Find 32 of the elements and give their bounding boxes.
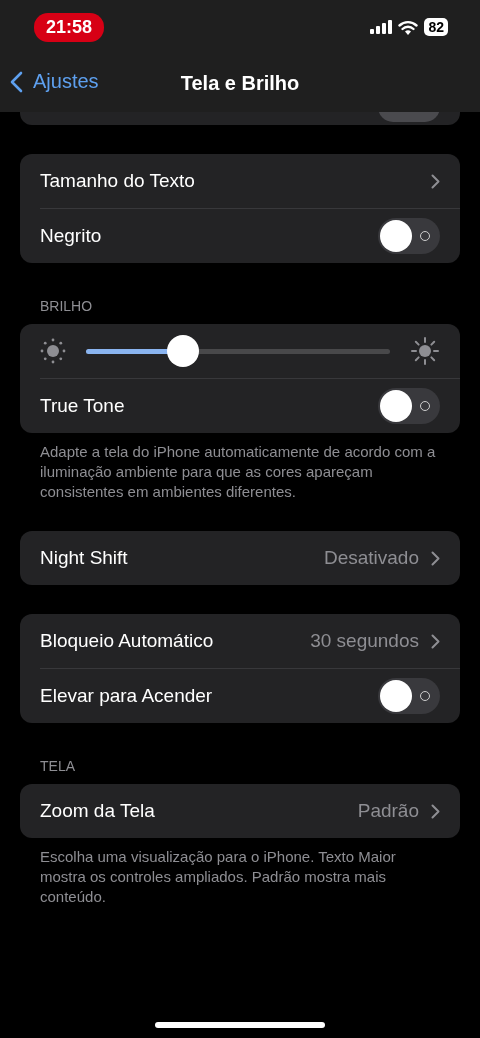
row-value: 30 segundos bbox=[310, 630, 419, 652]
row-label[interactable]: Zoom da Tela bbox=[40, 800, 348, 822]
chevron-icon bbox=[431, 803, 440, 819]
row-label[interactable]: Tamanho do Texto bbox=[40, 170, 419, 192]
row-value: Desativado bbox=[323, 547, 419, 569]
toggle-switch[interactable] bbox=[378, 218, 440, 254]
dim-sun-icon bbox=[40, 338, 66, 364]
row-label[interactable]: Night Shift bbox=[40, 547, 314, 569]
page-title: Tela e Brilho bbox=[180, 71, 300, 95]
section-footer: Escolha uma visualização para o iPhone. Texto Maior mostra os controles ampliados. Padrão mostra mais conteúdo. bbox=[40, 847, 440, 907]
section-header: BRILHO bbox=[39, 297, 94, 314]
wifi-icon bbox=[398, 19, 419, 35]
chevron-icon bbox=[431, 550, 440, 566]
row-label[interactable]: Bloqueio Automático bbox=[40, 630, 301, 652]
section-header: TELA bbox=[39, 757, 76, 774]
slider-track[interactable] bbox=[86, 348, 390, 354]
chevron-icon bbox=[431, 173, 440, 189]
section-footer: Adapte a tela do iPhone automaticamente de acordo com a iluminação ambiente para que as cores apareçam consistentes em ambientes diferentes. bbox=[40, 442, 440, 502]
slider-thumb[interactable] bbox=[167, 335, 200, 367]
row-label: Negrito bbox=[40, 225, 103, 247]
back-button[interactable]: Ajustes bbox=[10, 70, 99, 93]
row-value: Padrão bbox=[357, 800, 419, 822]
row-label: True Tone bbox=[40, 395, 126, 417]
toggle-switch[interactable] bbox=[378, 678, 440, 714]
status-time: 21:58 bbox=[34, 12, 105, 42]
toggle-switch[interactable] bbox=[378, 388, 440, 424]
back-chevron-icon bbox=[10, 70, 23, 93]
row-label: Elevar para Acender bbox=[40, 685, 214, 707]
chevron-icon bbox=[431, 633, 440, 649]
bright-sun-icon bbox=[410, 336, 440, 366]
signal-icon bbox=[370, 20, 393, 34]
battery-indicator: 82 bbox=[424, 18, 448, 36]
